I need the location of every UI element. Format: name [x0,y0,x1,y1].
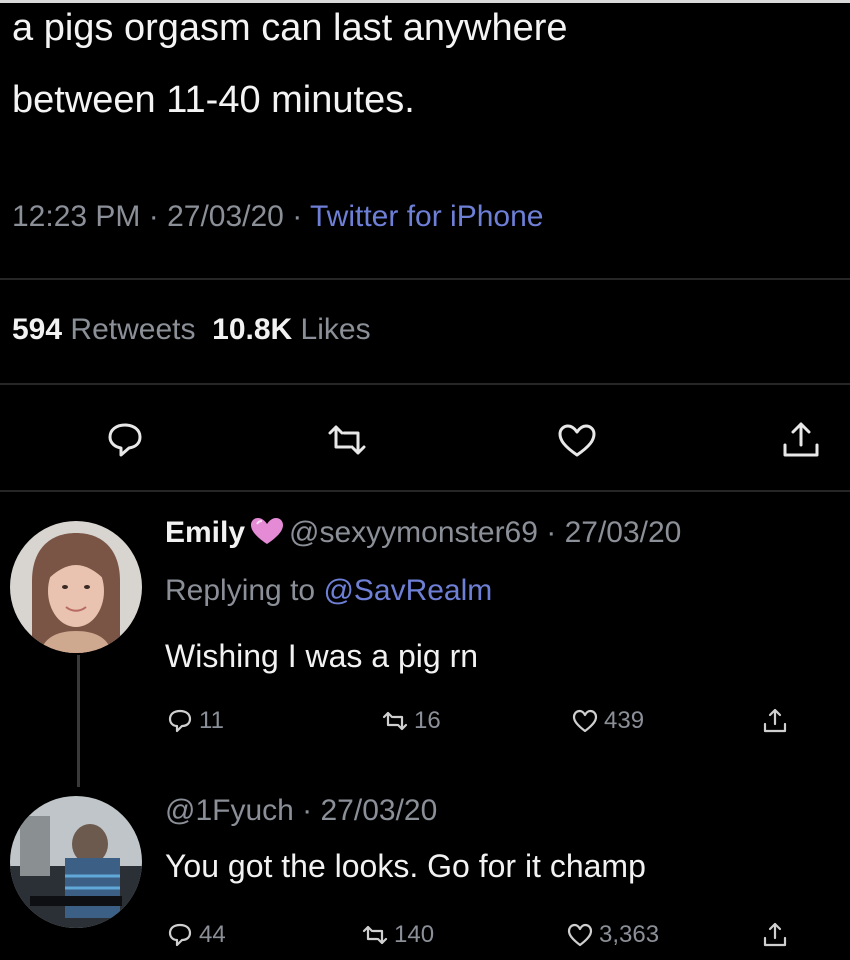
like-icon[interactable] [552,415,602,465]
reply-icon [168,923,192,947]
like-label[interactable]: Likes [301,313,371,346]
like-count[interactable]: 10.8K [212,313,292,346]
handle-date[interactable]: @sexyymonster69 · 27/03/20 [289,516,681,549]
thread-line [77,655,80,787]
like-button[interactable]: 439 [570,706,644,736]
display-name[interactable]: Emily [165,516,245,549]
avatar[interactable] [10,521,142,653]
retweet-icon [382,711,408,731]
retweet-count: 140 [394,921,435,948]
reply-count: 44 [199,921,226,948]
reply-button[interactable]: 11 [165,706,224,736]
avatar[interactable] [10,796,142,928]
tweet-meta: 12:23 PM · 27/03/20 · Twitter for iPhone [12,200,544,233]
reply-icon [168,709,192,733]
divider [0,278,850,280]
reply-text: You got the looks. Go for it champ [165,848,646,884]
retweet-count[interactable]: 594 [12,313,62,346]
replying-prefix: Replying to [165,574,316,607]
share-icon[interactable] [760,706,790,736]
reply-header: Emily @sexyymonster69 · 27/03/20 [165,516,681,550]
like-button[interactable]: 3,363 [565,920,659,950]
retweet-button[interactable]: 140 [360,920,434,950]
share-icon[interactable] [776,415,826,465]
pink-heart-icon [251,518,284,544]
like-icon [572,709,598,733]
tweet-text: a pigs orgasm can last anywhere between … [12,0,842,136]
like-count: 3,363 [599,921,660,948]
divider [0,490,850,492]
like-icon [567,923,593,947]
tweet-text-line-2: between 11-40 minutes. [12,79,415,121]
tweet-stats: 594 Retweets 10.8K Likes [12,313,371,347]
retweet-button[interactable]: 16 [380,706,441,736]
reply-text: Wishing I was a pig rn [165,638,479,674]
handle-date[interactable]: @1Fyuch · 27/03/20 [165,794,437,828]
reply-count: 11 [199,707,224,734]
reply-button[interactable]: 44 [165,920,226,950]
replying-handle-link[interactable]: @SavRealm [323,574,492,607]
tweet-date: 27/03/20 [167,200,284,233]
retweet-label[interactable]: Retweets [70,313,195,346]
retweet-count: 16 [414,707,441,734]
tweet-text-line-1: a pigs orgasm can last anywhere [12,7,568,49]
divider [0,383,850,385]
share-icon[interactable] [760,920,790,950]
tweet-source-link[interactable]: Twitter for iPhone [310,200,543,233]
tweet-time: 12:23 PM [12,200,141,233]
reply-icon[interactable] [100,415,150,465]
retweet-icon [362,925,388,945]
like-count: 439 [604,707,645,734]
retweet-icon[interactable] [322,415,372,465]
replying-to: Replying to @SavRealm [165,574,492,608]
